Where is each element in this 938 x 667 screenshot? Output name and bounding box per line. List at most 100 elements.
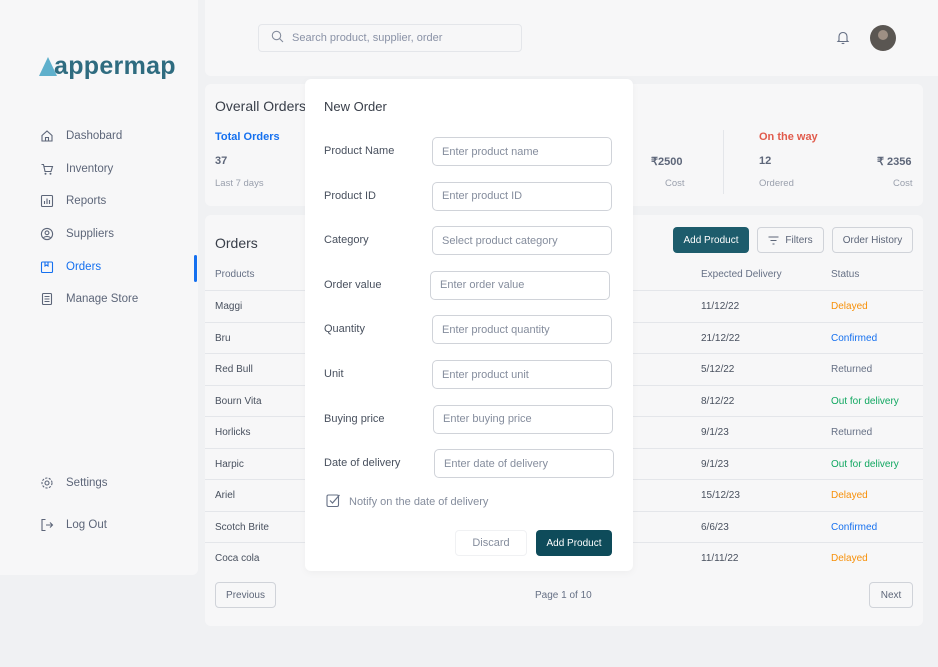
checkbox-icon[interactable]: [326, 493, 341, 511]
on-the-way-cost-sub: Cost: [893, 178, 913, 189]
add-product-button[interactable]: Add Product: [673, 227, 749, 253]
top-bar: Search product, supplier, order: [205, 0, 938, 76]
next-button[interactable]: Next: [869, 582, 913, 608]
col-products: Products: [215, 269, 255, 280]
previous-button[interactable]: Previous: [215, 582, 276, 608]
field-input[interactable]: [432, 226, 612, 256]
status-cell: Out for delivery: [831, 395, 899, 407]
notify-checkbox[interactable]: Notify on the date of delivery: [326, 493, 488, 511]
product-cell: Coca cola: [215, 553, 260, 564]
sidebar-item-suppliers[interactable]: Suppliers: [40, 224, 114, 244]
expected-delivery-cell: 15/12/23: [701, 490, 740, 501]
sidebar-item-manage-store[interactable]: Manage Store: [40, 289, 138, 309]
on-the-way-label: On the way: [759, 131, 818, 143]
expected-delivery-cell: 11/12/22: [701, 301, 740, 312]
sidebar-item-settings[interactable]: Settings: [40, 473, 108, 493]
orders-title: Orders: [215, 235, 258, 251]
product-cell: Horlicks: [215, 427, 251, 438]
brand-name: appermap: [54, 52, 176, 80]
suppliers-icon: [40, 227, 54, 241]
product-cell: Red Bull: [215, 364, 253, 375]
sidebar-item-inventory[interactable]: Inventory: [40, 159, 113, 179]
home-icon: [40, 129, 54, 143]
add-product-submit-button[interactable]: Add Product: [536, 530, 612, 556]
filters-label: Filters: [785, 234, 813, 246]
status-cell: Returned: [831, 427, 873, 438]
expected-delivery-cell: 8/12/22: [701, 395, 735, 407]
field-input[interactable]: [432, 181, 612, 211]
gear-icon: [40, 476, 54, 490]
status-cell: Out for delivery: [831, 458, 899, 470]
status-cell: Delayed: [831, 490, 868, 501]
field-input[interactable]: [432, 315, 612, 345]
sidebar-item-label: Inventory: [66, 163, 114, 175]
on-the-way-value: 12: [759, 155, 772, 167]
product-cell: Scotch Brite: [215, 521, 269, 533]
field-input[interactable]: [432, 360, 612, 389]
filters-button[interactable]: Filters: [757, 227, 824, 253]
sidebar-item-label: Reports: [66, 195, 107, 207]
reports-icon: [40, 194, 54, 208]
field-label: Buying price: [324, 412, 385, 425]
modal-title: New Order: [324, 99, 387, 114]
sidebar-item-label: Manage Store: [66, 293, 139, 305]
field-label: Order value: [324, 278, 382, 291]
avatar[interactable]: [870, 25, 896, 51]
sidebar-item-label: Log Out: [66, 519, 107, 531]
page-indicator: Page 1 of 10: [535, 590, 592, 601]
sidebar-item-dashboard[interactable]: Dashobard: [40, 126, 122, 146]
on-the-way-sub: Ordered: [759, 178, 794, 189]
status-cell: Delayed: [831, 553, 868, 564]
status-cell: Confirmed: [831, 332, 878, 344]
search-bar[interactable]: Search product, supplier, order: [258, 24, 522, 52]
col-expected-delivery: Expected Delivery: [701, 269, 782, 280]
expected-delivery-cell: 5/12/22: [701, 364, 735, 375]
product-cell: Ariel: [215, 490, 236, 501]
status-cell: Confirmed: [831, 521, 878, 533]
sidebar-item-label: Orders: [66, 261, 102, 273]
stat-divider: [723, 130, 724, 194]
partial-cost-sub: Cost: [665, 178, 685, 189]
inventory-icon: [40, 162, 54, 176]
order-history-button[interactable]: Order History: [832, 227, 913, 253]
field-input[interactable]: [434, 449, 614, 479]
active-indicator: [194, 255, 197, 282]
product-cell: Bourn Vita: [215, 395, 262, 407]
product-cell: Maggi: [215, 301, 243, 312]
sidebar-item-label: Suppliers: [66, 228, 114, 240]
search-icon: [271, 30, 284, 46]
orders-icon: [40, 260, 54, 274]
new-order-modal: New Order Product Name Product ID Category…: [305, 79, 633, 571]
expected-delivery-cell: 9/1/23: [701, 458, 729, 470]
col-status: Status: [831, 269, 860, 280]
brand-logo[interactable]: appermap: [39, 52, 176, 81]
on-the-way-cost: ₹ 2356: [877, 156, 912, 168]
sidebar-item-orders[interactable]: Orders: [40, 257, 101, 277]
field-input[interactable]: [430, 270, 610, 300]
field-label: Product Name: [324, 145, 395, 157]
total-orders-label: Total Orders: [215, 131, 280, 143]
store-icon: [40, 292, 54, 306]
expected-delivery-cell: 11/11/22: [701, 553, 739, 564]
expected-delivery-cell: 21/12/22: [701, 332, 740, 344]
total-orders-value: 37: [215, 155, 228, 167]
field-label: Category: [324, 234, 369, 247]
sidebar-item-reports[interactable]: Reports: [40, 191, 106, 211]
status-cell: Returned: [831, 364, 873, 375]
expected-delivery-cell: 9/1/23: [701, 427, 729, 438]
search-input[interactable]: Search product, supplier, order: [292, 32, 442, 44]
sidebar: appermap Dashobard Inventory Reports Sup…: [0, 0, 198, 575]
field-input[interactable]: [433, 404, 613, 434]
field-label: Quantity: [324, 323, 365, 336]
bell-icon[interactable]: [836, 30, 850, 50]
partial-cost-value: ₹2500: [651, 156, 683, 168]
discard-button[interactable]: Discard: [455, 530, 527, 556]
product-cell: Bru: [215, 332, 231, 344]
field-input[interactable]: [432, 137, 612, 166]
expected-delivery-cell: 6/6/23: [701, 521, 729, 533]
field-label: Unit: [324, 368, 344, 380]
status-cell: Delayed: [831, 301, 868, 312]
sidebar-item-label: Dashobard: [66, 130, 123, 142]
logout-icon: [40, 518, 54, 532]
sidebar-item-logout[interactable]: Log Out: [40, 515, 107, 535]
